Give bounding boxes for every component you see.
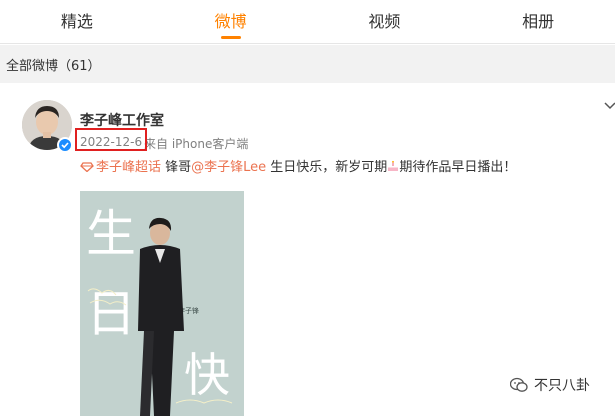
post-filter-bar: 全部微博（61） (0, 45, 615, 83)
tab-weibo[interactable]: 微博 (154, 0, 308, 43)
post-author-name[interactable]: 李子峰工作室 (80, 110, 164, 130)
birthday-poster-image: 生 日 快 李子锋 (80, 191, 244, 416)
watermark-text: 不只八卦 (534, 378, 590, 394)
post-image[interactable]: 生 日 快 李子锋 (80, 191, 244, 416)
tab-album[interactable]: 相册 (461, 0, 615, 43)
profile-tabs: 精选 微博 视频 相册 (0, 0, 615, 44)
post-text-body: 生日快乐，新岁可期 (266, 160, 388, 175)
wechat-logo-icon (510, 377, 528, 392)
watermark: 不只八卦 (510, 375, 590, 395)
mention-link[interactable]: @李子锋Lee (191, 160, 266, 175)
verified-badge-icon (57, 137, 73, 153)
post-card: 李子峰工作室 2022-12-6 来自 iPhone客户端 李子峰超话 锋哥@李… (0, 83, 615, 416)
poster-char-1: 生 (86, 205, 136, 263)
post-text-body-end: 期待作品早日播出！ (399, 160, 517, 175)
date-highlight-box (75, 128, 147, 151)
post-text: 李子峰超话 锋哥@李子锋Lee 生日快乐，新岁可期 期待作品早日播出！ (80, 156, 516, 175)
post-source: 来自 iPhone客户端 (144, 137, 249, 151)
poster-char-3: 快 (184, 348, 230, 402)
supertopic-link[interactable]: 李子峰超话 (96, 160, 161, 175)
all-posts-filter[interactable]: 全部微博（61） (6, 55, 101, 74)
tab-featured[interactable]: 精选 (0, 0, 154, 43)
tab-video[interactable]: 视频 (308, 0, 462, 43)
post-text-word: 锋哥 (161, 160, 192, 175)
birthday-cake-icon (388, 160, 399, 171)
poster-char-2: 日 (86, 285, 136, 343)
supertopic-diamond-icon (80, 162, 94, 172)
chevron-down-icon[interactable] (604, 101, 615, 111)
